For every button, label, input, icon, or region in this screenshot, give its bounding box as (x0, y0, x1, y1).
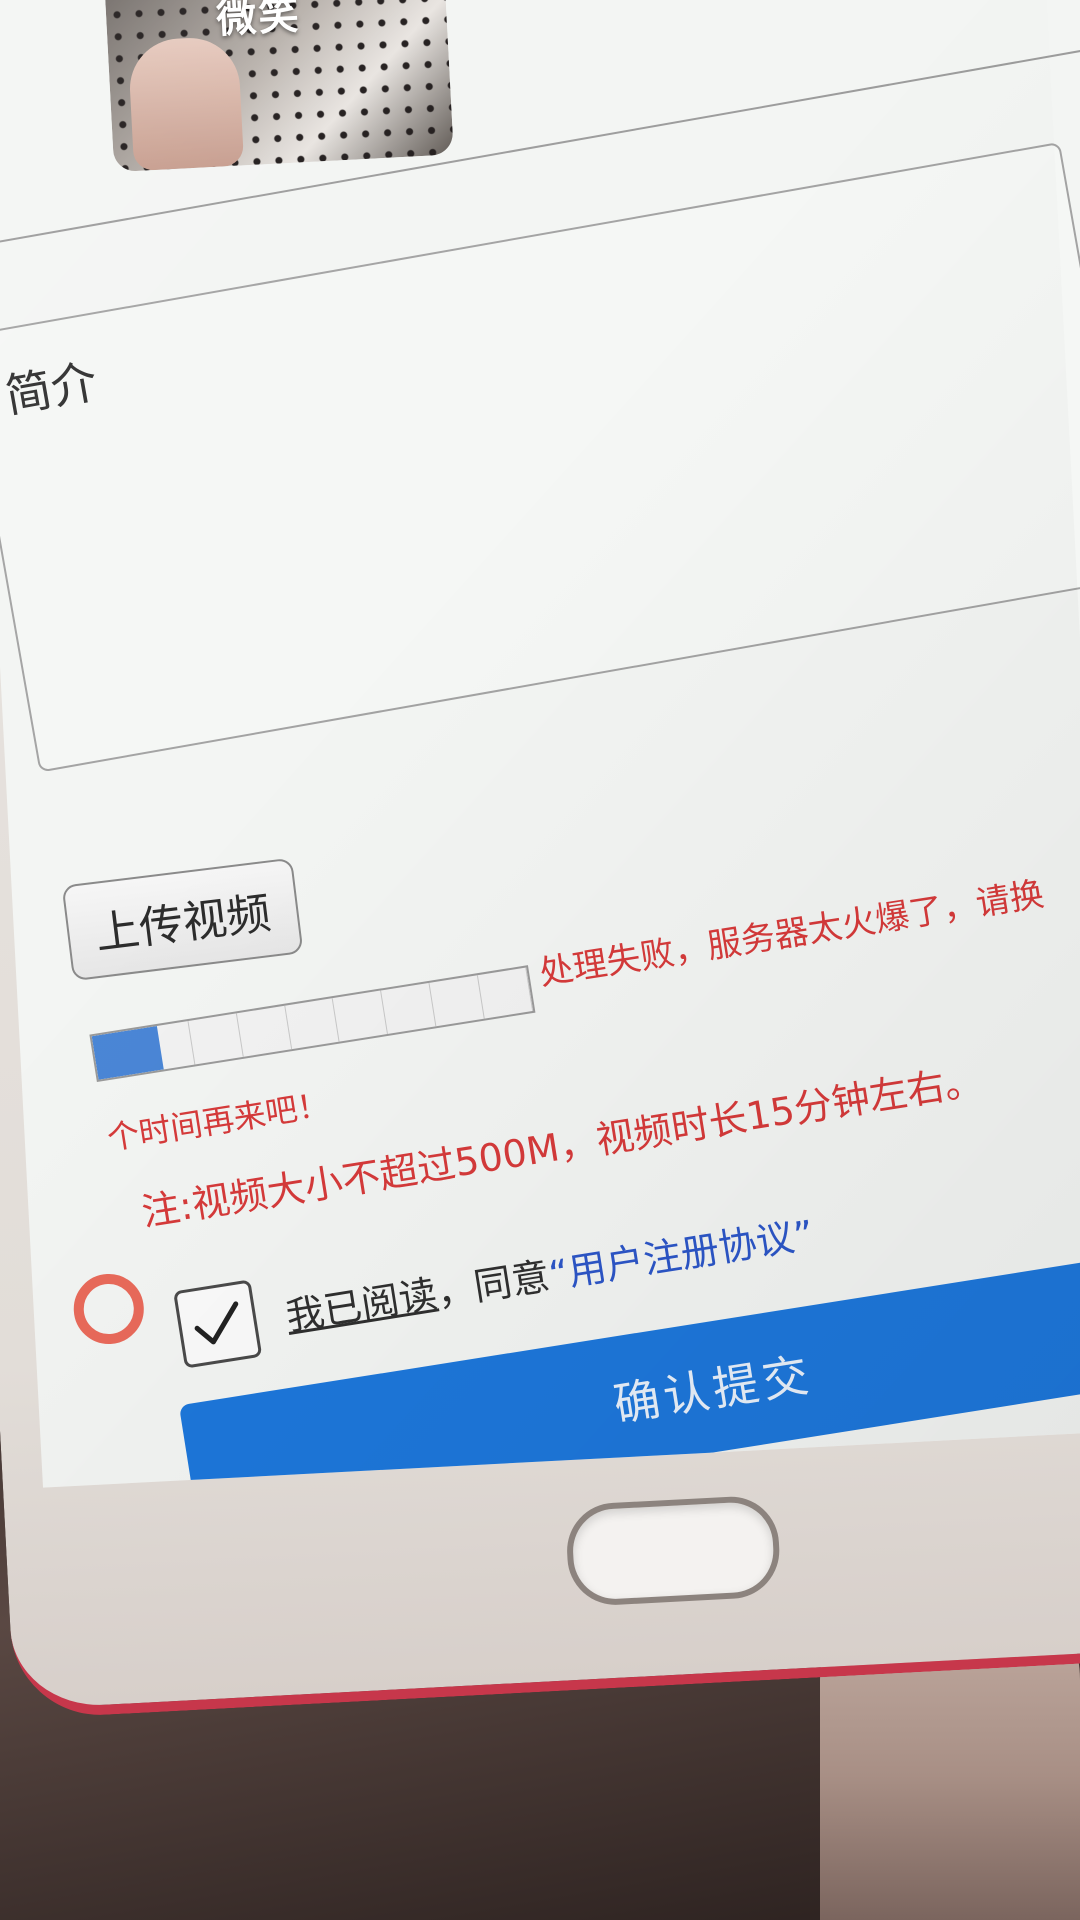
progress-cell (477, 967, 534, 1019)
upload-video-button[interactable]: 上传视频 (61, 857, 304, 982)
home-button[interactable] (564, 1494, 782, 1608)
description-label: 简介 (1, 354, 102, 424)
description-textarea[interactable]: 简介 (0, 141, 1080, 773)
lifebuoy-icon[interactable] (71, 1272, 146, 1346)
agreement-checkbox[interactable] (173, 1279, 263, 1369)
progress-fill (91, 1025, 164, 1080)
photo-scene: 微笑 简介 上传视频 处理失败，服务器太火爆了，请换 个时间再来吧！ 注:视频大… (0, 0, 1080, 1920)
agree-middle-text: ，同意 (433, 1253, 553, 1315)
progress-cell (333, 990, 389, 1042)
progress-cell (188, 1013, 244, 1065)
progress-cell (429, 975, 485, 1027)
phone-body: 微笑 简介 上传视频 处理失败，服务器太火爆了，请换 个时间再来吧！ 注:视频大… (0, 0, 1080, 1720)
upload-note: 注:视频大小不超过500M，视频时长15分钟左右。 (138, 1058, 986, 1235)
read-text: 我已阅读 (282, 1271, 440, 1339)
thumbnail-hand (127, 35, 245, 172)
progress-cell (284, 998, 341, 1050)
progress-cell (381, 982, 437, 1034)
thumbnail-overlay-text: 微笑 (215, 0, 302, 43)
progress-cell (236, 1005, 292, 1057)
phone-screen: 微笑 简介 上传视频 处理失败，服务器太火爆了，请换 个时间再来吧！ 注:视频大… (0, 0, 1080, 1488)
user-agreement-link[interactable]: “用户注册协议” (546, 1212, 817, 1297)
upload-error-message-continued: 个时间再来吧！ (104, 1084, 332, 1158)
upload-error-message: 处理失败，服务器太火爆了，请换 (536, 874, 1047, 994)
upload-progress-bar (89, 965, 536, 1083)
check-icon (194, 1301, 239, 1345)
video-thumbnail[interactable]: 微笑 (104, 0, 454, 173)
